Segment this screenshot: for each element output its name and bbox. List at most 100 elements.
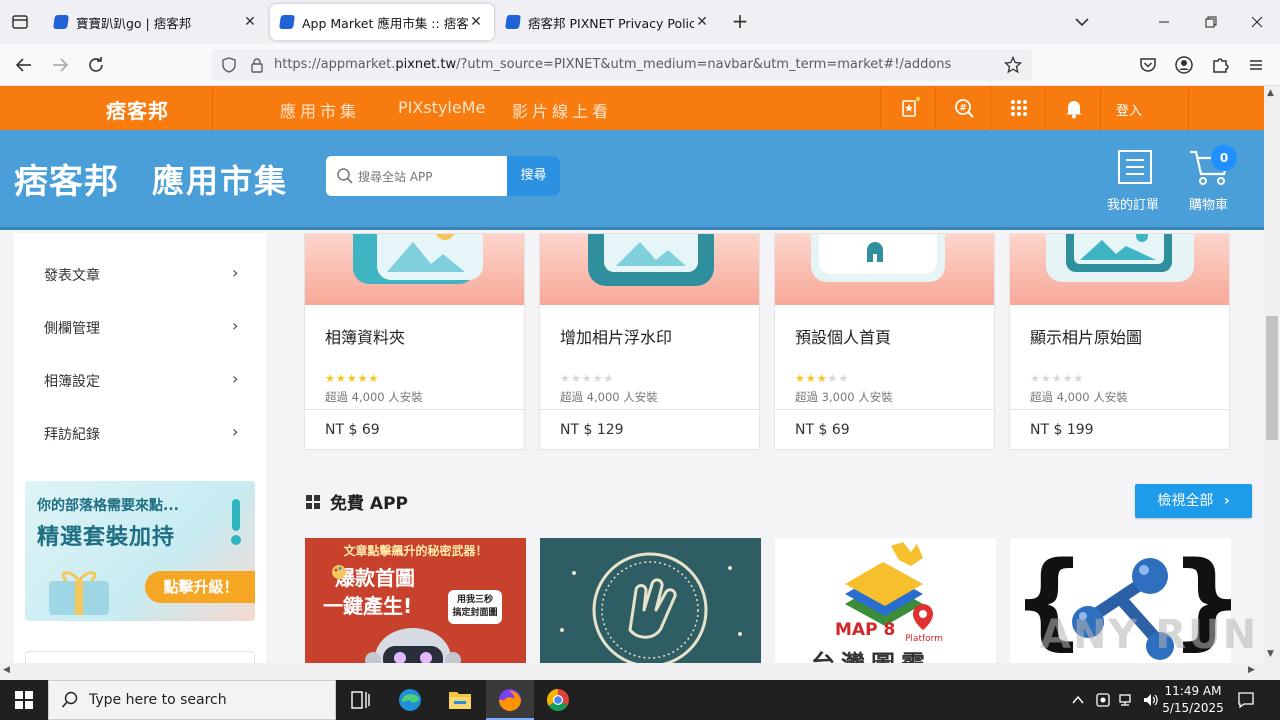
promo-line2: 精選套裝加持 bbox=[37, 525, 176, 550]
cart-link[interactable]: 購物車 bbox=[1189, 194, 1228, 213]
tray-chevron-up-icon[interactable] bbox=[1070, 692, 1086, 712]
browser-tab-1[interactable]: 寶寶趴趴go | 痞客邦 ✕ bbox=[44, 4, 268, 40]
app-name[interactable]: 相簿資料夾 bbox=[325, 324, 405, 348]
forward-arrow-icon[interactable] bbox=[48, 53, 72, 77]
free-app-card[interactable]: 文章點擊飆升的秘密武器！ 爆款首圖 一鍵產生! 用我三秒 搞定封面圖 bbox=[305, 538, 526, 663]
pixbar-menu-video[interactable]: 影片線上看 bbox=[512, 98, 612, 122]
account-icon[interactable] bbox=[1172, 53, 1196, 77]
notification-icon[interactable] bbox=[1236, 690, 1256, 714]
free-app-card[interactable]: MAP 8 Platform 台灣圖霸 bbox=[775, 538, 996, 663]
tab-list-icon[interactable] bbox=[8, 10, 32, 34]
app-name[interactable]: 顯示相片原始圖 bbox=[1030, 324, 1142, 348]
sidebar-next-widget bbox=[25, 651, 255, 663]
menu-hamburger-icon[interactable] bbox=[1244, 53, 1268, 77]
sidebar-item-album-settings[interactable]: 相簿設定 bbox=[44, 371, 100, 391]
close-tab-icon[interactable]: ✕ bbox=[242, 14, 258, 30]
app-card[interactable]: 預設個人首頁 ★★★★★ 超過 3,000 人安裝 NT $ 69 bbox=[774, 233, 995, 450]
taskbar-clock[interactable]: 11:49 AM 5/15/2025 bbox=[1158, 683, 1228, 717]
file-explorer-icon[interactable] bbox=[436, 680, 484, 720]
restore-icon[interactable] bbox=[1197, 8, 1225, 36]
pocket-icon[interactable] bbox=[1136, 53, 1160, 77]
view-all-button[interactable]: 檢視全部 › bbox=[1135, 484, 1252, 518]
scroll-up-icon[interactable]: ▲ bbox=[1267, 88, 1274, 98]
minimize-icon[interactable] bbox=[1150, 8, 1178, 36]
search-input[interactable] bbox=[358, 166, 508, 188]
star-filled-icon: ★★★★★ bbox=[325, 372, 380, 385]
brand-subtitle[interactable]: 應用市集 bbox=[152, 156, 288, 202]
app-card[interactable]: 增加相片浮水印 ★★★★★ 超過 4,000 人安裝 NT $ 129 bbox=[539, 233, 760, 450]
divider bbox=[1100, 86, 1101, 130]
network-icon[interactable] bbox=[1118, 691, 1136, 713]
windows-start-icon[interactable] bbox=[0, 680, 48, 720]
login-link[interactable]: 登入 bbox=[1116, 100, 1142, 119]
chevron-right-icon[interactable]: › bbox=[232, 422, 238, 441]
close-tab-icon[interactable]: ✕ bbox=[468, 14, 484, 30]
shield-icon[interactable] bbox=[220, 56, 238, 78]
address-bar[interactable]: https://appmarket.pixnet.tw/?utm_source=… bbox=[212, 49, 1032, 81]
pixnet-logo[interactable]: 痞客邦 bbox=[106, 95, 169, 124]
badge-line1: 用我三秒 bbox=[456, 595, 493, 605]
task-view-icon[interactable] bbox=[336, 680, 384, 720]
app-name[interactable]: 增加相片浮水印 bbox=[560, 324, 672, 348]
pixnet-favicon-icon bbox=[53, 15, 69, 29]
chevron-right-icon[interactable]: › bbox=[232, 316, 238, 335]
app-name[interactable]: 預設個人首頁 bbox=[795, 324, 891, 348]
hashtag-search-icon[interactable]: # bbox=[952, 96, 976, 120]
scroll-down-icon[interactable]: ▼ bbox=[1267, 649, 1274, 659]
reload-icon[interactable] bbox=[84, 53, 108, 77]
chrome-icon[interactable] bbox=[534, 680, 582, 720]
pixbar-menu-pixstyleme[interactable]: PIXstyleMe bbox=[398, 98, 485, 117]
horizontal-scrollbar[interactable]: ◀ ▶ bbox=[0, 663, 1280, 680]
close-tab-icon[interactable]: ✕ bbox=[694, 14, 710, 30]
extensions-icon[interactable] bbox=[1208, 53, 1232, 77]
anyrun-watermark: ANY RUN bbox=[1040, 612, 1259, 658]
apps-grid-icon[interactable] bbox=[1007, 96, 1031, 120]
app-card[interactable]: 相簿資料夾 ★★★★★ 超過 4,000 人安裝 NT $ 69 bbox=[304, 233, 525, 450]
bookmark-icon[interactable] bbox=[897, 96, 921, 120]
divider bbox=[935, 86, 936, 130]
list-all-tabs-icon[interactable] bbox=[1072, 12, 1092, 32]
price-row: NT $ 199 bbox=[1010, 409, 1229, 449]
sidebar-item-visit-log[interactable]: 拜訪紀錄 bbox=[44, 424, 100, 444]
upgrade-button[interactable]: 點擊升級！ bbox=[145, 571, 255, 603]
url-text: https://appmarket.pixnet.tw/?utm_source=… bbox=[274, 57, 951, 72]
upgrade-promo-banner[interactable]: 你的部落格需要來點... 精選套裝加持 點擊升級！ bbox=[25, 481, 255, 621]
brand-logo[interactable]: 痞客邦 bbox=[14, 154, 119, 203]
app-card[interactable]: 顯示相片原始圖 ★★★★★ 超過 4,000 人安裝 NT $ 199 bbox=[1009, 233, 1230, 450]
search-button[interactable]: 搜尋 bbox=[507, 156, 560, 196]
browser-tab-3[interactable]: 痞客邦 PIXNET Privacy Policy ✕ bbox=[496, 4, 720, 40]
back-arrow-icon[interactable] bbox=[12, 53, 36, 77]
scroll-right-icon[interactable]: ▶ bbox=[1248, 665, 1255, 675]
window-close-icon[interactable] bbox=[1243, 8, 1271, 36]
browser-tab-2[interactable]: App Market 應用市集 :: 痞客邦 ✕ bbox=[270, 4, 494, 40]
divider bbox=[1045, 86, 1046, 130]
free-app-card[interactable] bbox=[540, 538, 761, 663]
bookmark-star-icon[interactable] bbox=[1003, 55, 1023, 78]
pixbar-menu-appmarket[interactable]: 應用市集 bbox=[280, 98, 360, 122]
app-thumbnail bbox=[305, 234, 524, 305]
app-price: NT $ 199 bbox=[1030, 422, 1094, 438]
install-count: 超過 4,000 人安裝 bbox=[560, 390, 658, 404]
firefox-icon[interactable] bbox=[486, 680, 534, 720]
exclamation-mark-icon bbox=[227, 497, 245, 551]
taskbar-search-box[interactable]: Type here to search bbox=[48, 680, 336, 720]
rating-stars: ★★★★★ bbox=[1030, 372, 1084, 385]
vertical-scroll-thumb[interactable] bbox=[1266, 316, 1278, 440]
new-tab-button[interactable]: + bbox=[728, 10, 752, 34]
orders-icon[interactable] bbox=[1116, 148, 1154, 190]
bell-icon[interactable] bbox=[1062, 96, 1086, 120]
url-suffix: /?utm_source=PIXNET&utm_medium=navbar&ut… bbox=[456, 57, 952, 72]
install-count: 超過 4,000 人安裝 bbox=[1030, 390, 1128, 404]
pixnet-favicon-icon bbox=[505, 15, 521, 29]
scroll-left-icon[interactable]: ◀ bbox=[3, 665, 10, 675]
sidebar-item-sidebar-manage[interactable]: 側欄管理 bbox=[44, 318, 100, 338]
lock-icon[interactable] bbox=[248, 56, 266, 78]
sidebar-item-post-article[interactable]: 發表文章 bbox=[44, 265, 100, 285]
my-orders-link[interactable]: 我的訂單 bbox=[1107, 194, 1159, 213]
tray-device-icon[interactable] bbox=[1094, 691, 1112, 713]
search-box: 搜尋 bbox=[326, 156, 560, 196]
edge-icon[interactable] bbox=[386, 680, 434, 720]
chevron-right-icon[interactable]: › bbox=[232, 263, 238, 282]
chevron-right-icon[interactable]: › bbox=[232, 369, 238, 388]
divider bbox=[212, 86, 213, 130]
